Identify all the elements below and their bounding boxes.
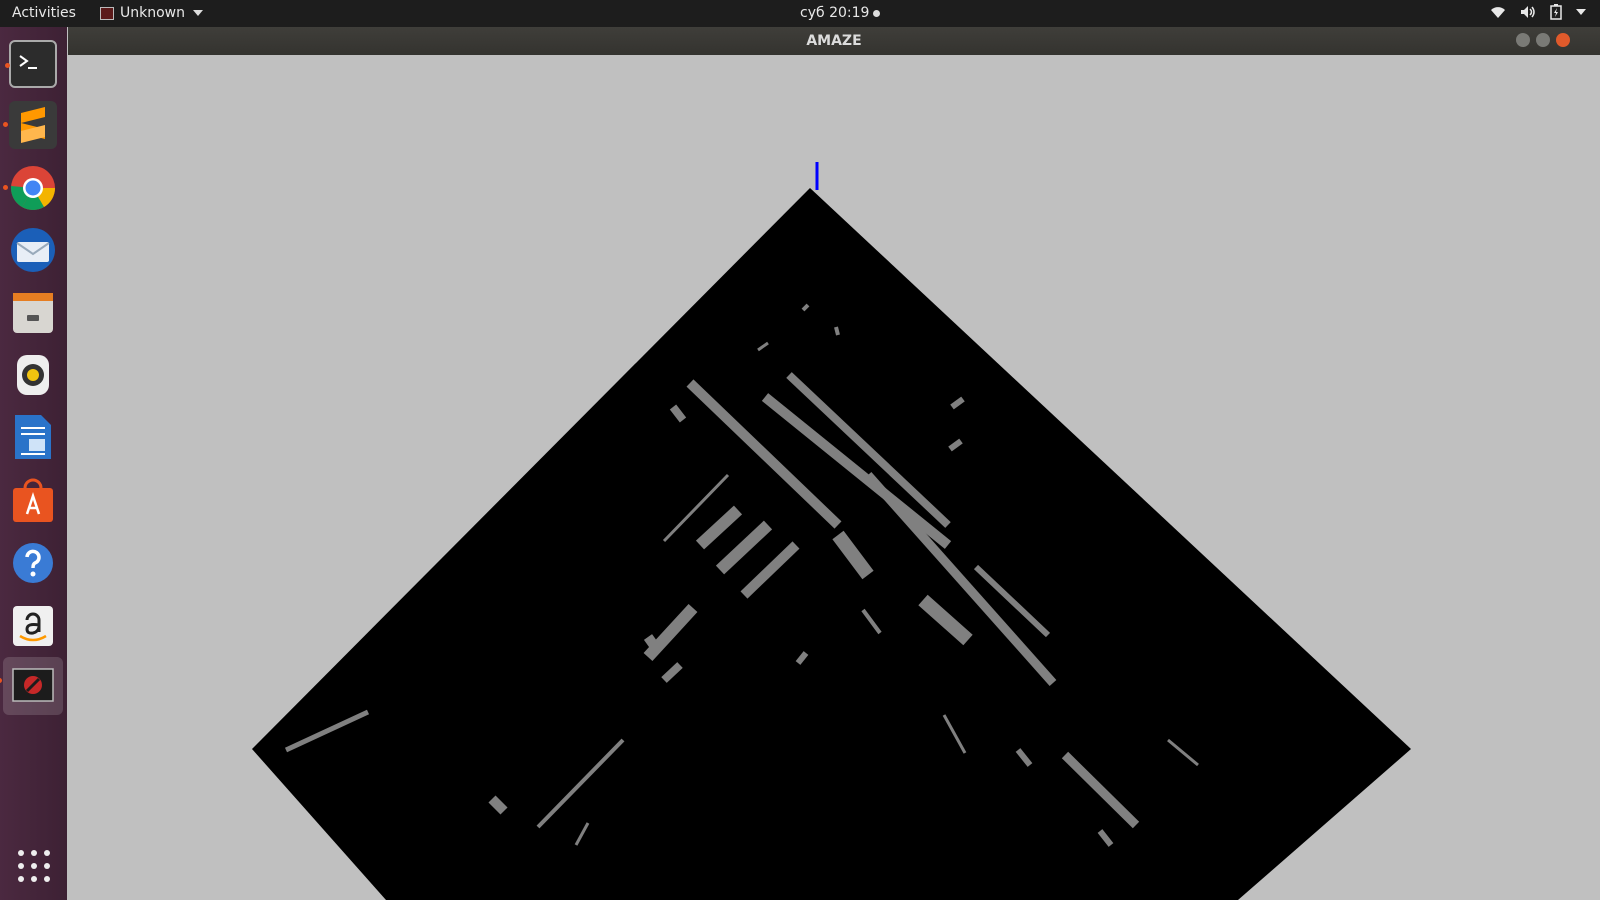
dock-chrome[interactable] [3,164,57,212]
dock-terminal[interactable] [5,40,57,88]
software-store-icon [13,478,53,522]
rhythmbox-icon [17,355,49,395]
app-menu-icon [100,6,114,20]
sublime-icon [21,107,45,143]
maze-wall [834,326,840,336]
dock-amazon[interactable] [9,602,57,650]
top-bar: Activities Unknown суб 20:19 [0,0,1600,27]
dock-amaze[interactable] [0,657,63,715]
dock-files[interactable] [9,289,57,337]
chevron-down-icon [193,10,203,16]
show-applications-icon[interactable] [16,848,52,884]
dock-rhythmbox[interactable] [9,351,57,399]
activities-button[interactable]: Activities [12,5,76,21]
clock-label: суб 20:19 [800,5,870,21]
terminal-icon [19,55,37,69]
close-button[interactable] [1556,33,1570,47]
window-titlebar[interactable]: AMAZE [68,27,1600,55]
volume-icon[interactable] [1520,5,1536,19]
dock-ubuntu-software[interactable] [9,476,57,524]
clock[interactable]: суб 20:19 [800,5,881,21]
system-tray[interactable] [1490,4,1586,20]
dock-writer[interactable] [9,413,57,461]
maze-render [68,55,1600,900]
chrome-icon [10,166,55,210]
wifi-icon[interactable] [1490,5,1506,19]
thunderbird-icon [11,228,55,272]
window-title: AMAZE [806,33,862,49]
notification-dot-icon [873,9,881,17]
dock-sublime[interactable] [3,101,57,149]
system-menu-chevron-icon[interactable] [1576,8,1586,16]
help-icon [13,543,53,583]
dock-thunderbird[interactable] [9,226,57,274]
app-menu-label: Unknown [120,5,185,21]
dock-help[interactable] [9,539,57,587]
app-menu[interactable]: Unknown [100,5,203,21]
minimize-button[interactable] [1516,33,1530,47]
dock [0,27,67,900]
amaze-app-icon [12,668,54,702]
files-icon [13,293,53,333]
amazon-icon [13,606,53,646]
battery-icon[interactable] [1550,4,1562,20]
writer-icon [15,415,51,459]
game-viewport[interactable] [68,55,1600,900]
maximize-button[interactable] [1536,33,1550,47]
